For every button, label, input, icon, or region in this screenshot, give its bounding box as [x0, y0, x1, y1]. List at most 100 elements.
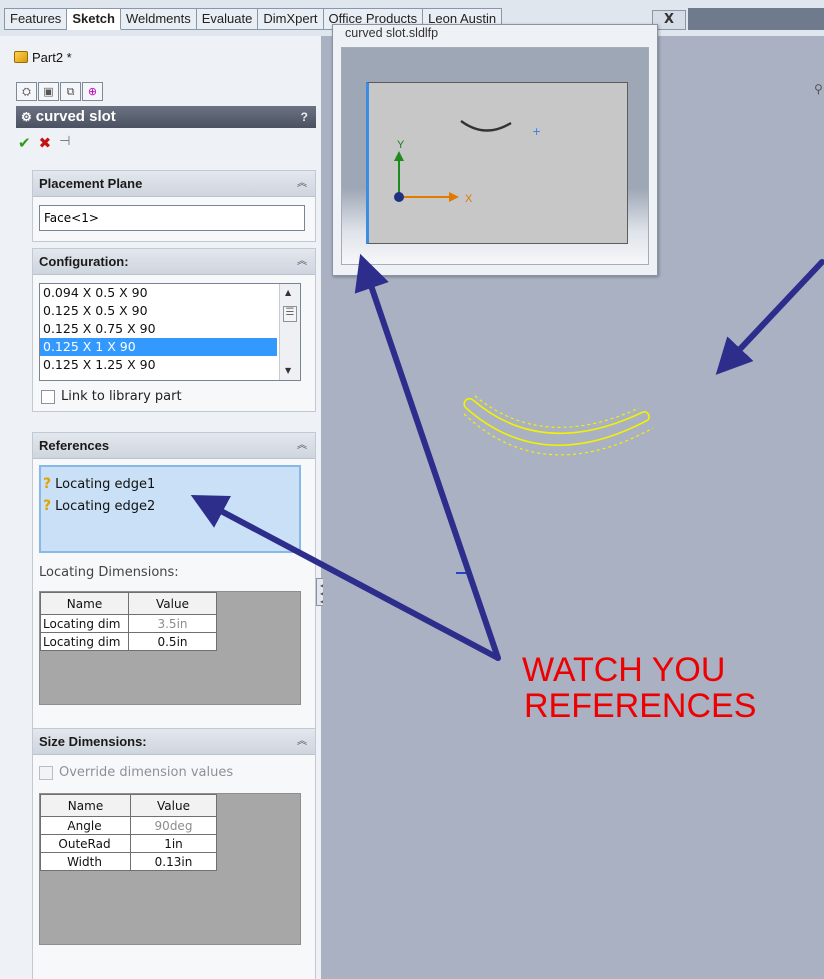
table-header-row: Name Value [40, 794, 217, 817]
library-feature-icon: ⚙ [21, 110, 32, 124]
group-heading: Size Dimensions: [39, 734, 147, 749]
dim-value-cell[interactable]: 0.13in [130, 852, 217, 871]
cancel-icon[interactable]: ✖ [39, 134, 52, 152]
part-icon [14, 51, 28, 63]
configuration-list[interactable]: 0.094 X 0.5 X 90 0.125 X 0.5 X 90 0.125 … [39, 283, 301, 381]
checkbox-label: Link to library part [61, 389, 182, 404]
dim-value-cell[interactable]: 90deg [130, 816, 217, 835]
tab-evaluate[interactable]: Evaluate [196, 8, 259, 30]
references-group: References ︽ ? Locating edge1 ? Locating… [32, 432, 316, 734]
checkbox-box[interactable] [41, 389, 55, 404]
placement-plane-header[interactable]: Placement Plane ︽ [33, 171, 315, 197]
question-mark-icon: ? [43, 476, 52, 492]
annotation-text: WATCH YOU REFERENCES [522, 652, 824, 724]
dim-value-cell[interactable]: 0.5in [128, 632, 217, 651]
list-item-selected[interactable]: 0.125 X 1 X 90 [40, 338, 277, 356]
column-header: Name [40, 794, 131, 817]
collapse-icon[interactable]: ︽ [297, 433, 307, 459]
list-scrollbar[interactable]: ▲ ☰ ▼ [279, 284, 300, 380]
table-row[interactable]: Angle 90deg [40, 816, 217, 835]
tab-weldments[interactable]: Weldments [120, 8, 197, 30]
dim-name-cell: OuteRad [40, 834, 131, 853]
question-mark-icon: ? [43, 498, 52, 514]
list-item[interactable]: 0.125 X 0.75 X 90 [40, 320, 300, 338]
configuration-header[interactable]: Configuration: ︽ [33, 249, 315, 275]
property-manager-icon[interactable]: ▣ [38, 82, 59, 101]
reference-label: Locating edge1 [55, 476, 156, 492]
list-item[interactable]: 0.125 X 1.25 X 90 [40, 356, 300, 374]
preview-drawing: + [394, 120, 541, 202]
document-name: Part2 * [32, 49, 72, 65]
size-dimensions-group: Size Dimensions: ︽ Override dimension va… [32, 728, 316, 979]
configuration-manager-icon[interactable]: ⧉ [60, 82, 81, 101]
locating-dimensions-label: Locating Dimensions: [39, 565, 179, 580]
library-preview-window: curved slot.sldlfp + Y X [332, 24, 658, 276]
link-to-library-checkbox[interactable]: Link to library part [41, 389, 182, 404]
tab-sketch[interactable]: Sketch [67, 8, 121, 30]
property-manager-panel: Part2 * ⛭ ▣ ⧉ ⊕ ⚙ curved slot ? ✔ ✖ ⊣ Pl… [0, 36, 322, 979]
size-dimensions-header[interactable]: Size Dimensions: ︽ [33, 729, 315, 755]
annotation-line-1: WATCH YOU [522, 652, 726, 689]
y-axis-arrow [394, 151, 404, 161]
scroll-thumb[interactable]: ☰ [283, 306, 297, 322]
scroll-down-icon[interactable]: ▼ [285, 366, 291, 375]
dim-value-cell[interactable]: 1in [130, 834, 217, 853]
action-buttons: ✔ ✖ ⊣ [18, 134, 70, 152]
table-row[interactable]: OuteRad 1in [40, 834, 217, 853]
scroll-up-icon[interactable]: ▲ [285, 288, 291, 297]
dim-value-cell[interactable]: 3.5in [128, 614, 217, 633]
tab-dimxpert[interactable]: DimXpert [258, 8, 324, 30]
locating-dimensions-table-area: Name Value Locating dim 3.5in Locating d… [39, 591, 301, 705]
configuration-group: Configuration: ︽ 0.094 X 0.5 X 90 0.125 … [32, 248, 316, 412]
table-row[interactable]: Locating dim 0.5in [40, 632, 217, 651]
dim-name-cell: Locating dim [40, 632, 129, 651]
table-row[interactable]: Locating dim 3.5in [40, 614, 217, 633]
zoom-icon[interactable]: ⚲ [814, 82, 824, 96]
table-header-row: Name Value [40, 592, 217, 615]
tab-features[interactable]: Features [4, 8, 68, 30]
toolbar-strip [688, 8, 824, 30]
feature-title: curved slot [35, 108, 116, 125]
locating-dimensions-table: Name Value Locating dim 3.5in Locating d… [40, 592, 217, 651]
slot-end-left [463, 397, 474, 409]
list-item[interactable]: 0.125 X 0.5 X 90 [40, 302, 300, 320]
feature-manager-icon[interactable]: ⛭ [16, 82, 37, 101]
dim-name-cell: Angle [40, 816, 131, 835]
reference-label: Locating edge2 [55, 498, 156, 514]
column-header: Name [40, 592, 129, 615]
references-selection-box[interactable]: ? Locating edge1 ? Locating edge2 [39, 465, 301, 553]
dimxpert-manager-icon[interactable]: ⊕ [82, 82, 103, 101]
override-dimension-checkbox[interactable]: Override dimension values [39, 765, 233, 780]
checkbox-label: Override dimension values [59, 765, 234, 780]
reference-item[interactable]: ? Locating edge1 [41, 473, 299, 495]
placement-plane-field[interactable]: Face<1> [39, 205, 305, 231]
curved-slot-preview [463, 395, 654, 456]
x-axis-label: X [465, 193, 473, 205]
references-header[interactable]: References ︽ [33, 433, 315, 459]
reference-item[interactable]: ? Locating edge2 [41, 495, 299, 517]
preview-slot-curve [460, 120, 512, 132]
property-manager-title: ⚙ curved slot ? [16, 106, 316, 128]
preview-sheet: + Y X [366, 82, 628, 244]
collapse-icon[interactable]: ︽ [297, 729, 307, 755]
origin-dot [394, 192, 404, 202]
slot-outer-edge [465, 407, 649, 447]
slot-end-right [642, 411, 650, 421]
x-axis-arrow [449, 192, 459, 202]
checkbox-box[interactable] [39, 765, 53, 780]
size-dimensions-table: Name Value Angle 90deg OuteRad 1in Width… [40, 794, 217, 871]
annotation-line-2: REFERENCES [524, 687, 757, 724]
ok-icon[interactable]: ✔ [18, 134, 31, 152]
collapse-icon[interactable]: ︽ [297, 171, 307, 197]
placement-plane-group: Placement Plane ︽ Face<1> [32, 170, 316, 242]
size-dimensions-table-area: Name Value Angle 90deg OuteRad 1in Width… [39, 793, 301, 945]
pin-icon[interactable]: ⊣ [59, 134, 70, 152]
list-item[interactable]: 0.094 X 0.5 X 90 [40, 284, 300, 302]
dim-name-cell: Locating dim [40, 614, 129, 633]
collapse-icon[interactable]: ︽ [297, 249, 307, 275]
help-icon[interactable]: ? [301, 106, 308, 128]
column-header: Value [128, 592, 217, 615]
column-header: Value [130, 794, 217, 817]
document-tree-root[interactable]: Part2 * [14, 48, 72, 66]
table-row[interactable]: Width 0.13in [40, 852, 217, 871]
